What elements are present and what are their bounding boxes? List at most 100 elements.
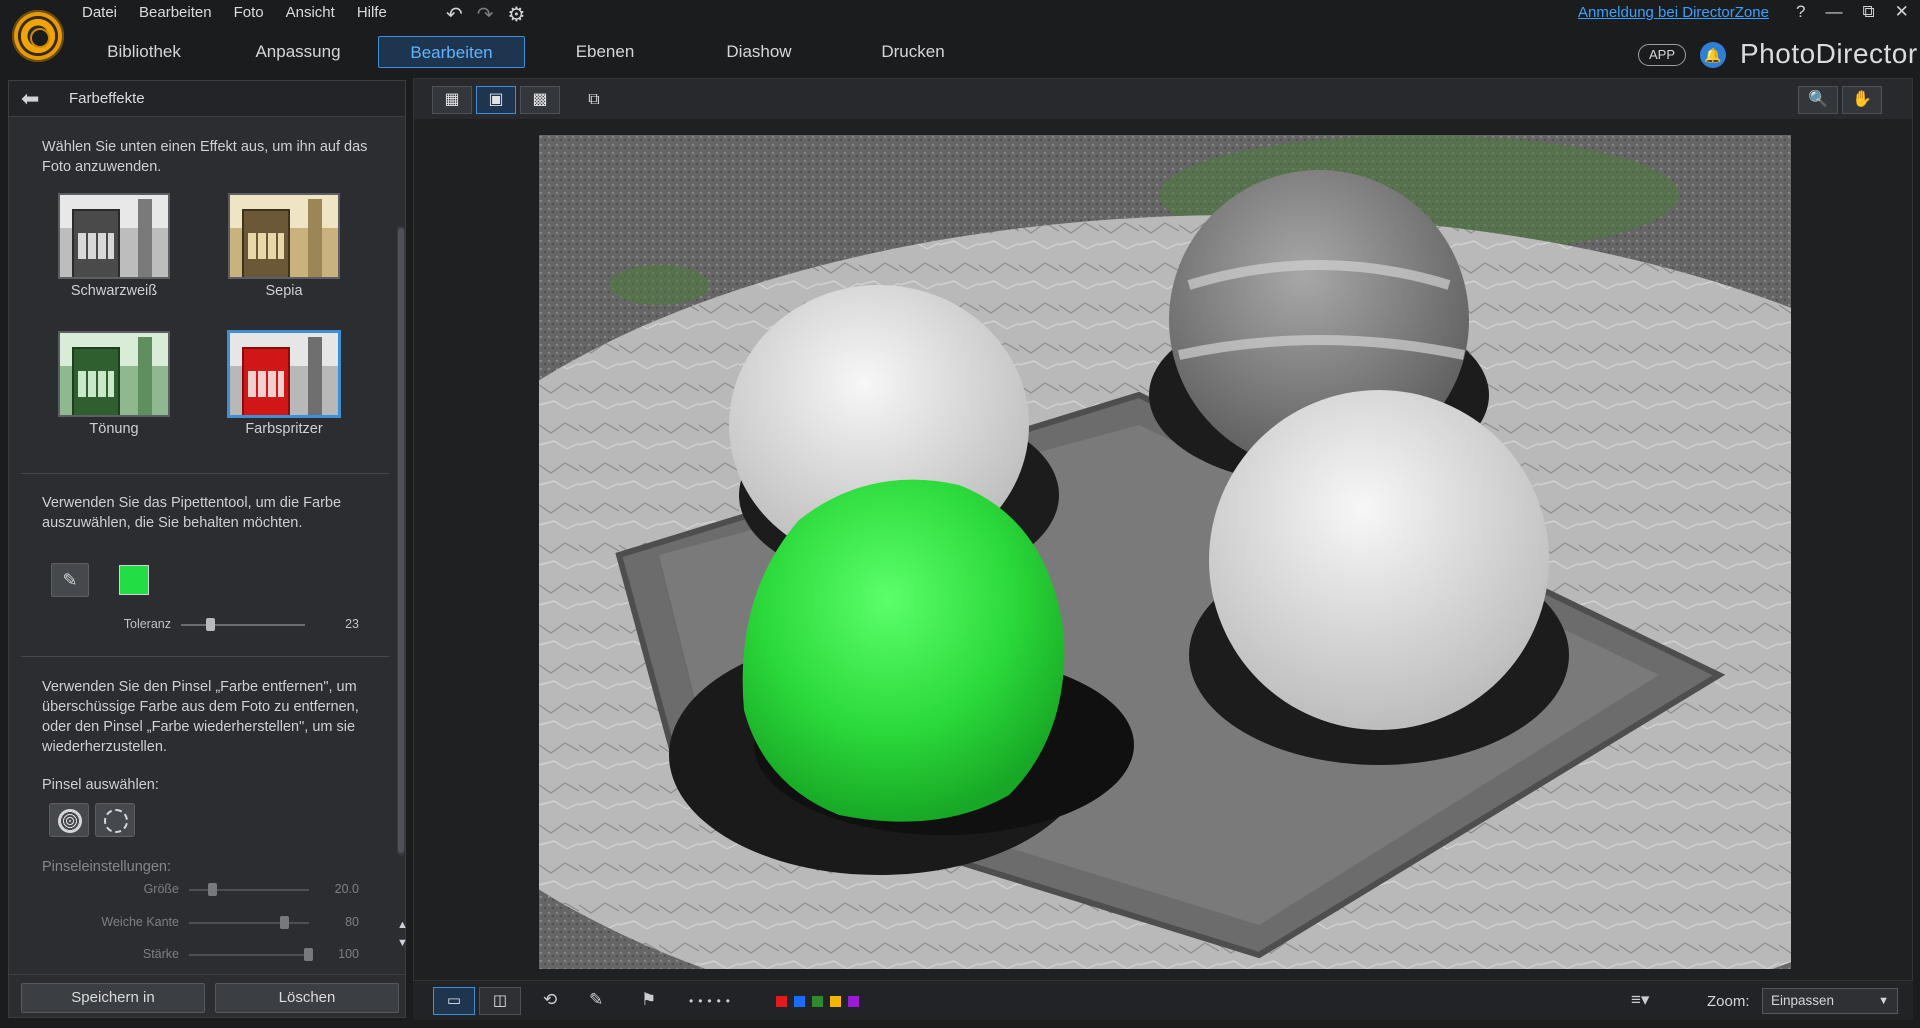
pan-hand-icon[interactable]: ✋ [1842, 86, 1882, 114]
strength-label: Stärke [142, 947, 179, 961]
edit-tools-icon[interactable]: ✎ [589, 990, 603, 1010]
undo-icon[interactable]: ↶ [446, 2, 463, 27]
back-arrow-icon[interactable]: ⬅ [21, 86, 39, 112]
view-filmstrip-button[interactable]: ▦ [432, 86, 472, 114]
tab-ebenen[interactable]: Ebenen [541, 36, 669, 68]
color-label-yellow[interactable] [830, 996, 841, 1007]
window-controls: ? — ⧉ ✕ [1796, 2, 1909, 22]
tab-diashow[interactable]: Diashow [695, 36, 823, 68]
viewer-bottom-bar: ▭ ◫ ⟲ ✎ ⚑ ••••• ≡▾ Zoom: Einpassen ▼ [413, 980, 1913, 1020]
viewer-toolbar: ▦ ▣ ▩ ⧉ 🔍 ✋ [414, 79, 1912, 119]
menu-ansicht[interactable]: Ansicht [286, 4, 335, 21]
brush-size-label: Größe [143, 882, 179, 896]
tab-anpassung[interactable]: Anpassung [234, 36, 362, 68]
feather-slider[interactable] [189, 922, 309, 924]
photo-canvas [539, 135, 1791, 969]
notification-bell-icon[interactable]: 🔔 [1700, 42, 1726, 68]
zoom-tool-icon[interactable]: 🔍 [1798, 86, 1838, 114]
effect-label-bw: Schwarzweiß [70, 283, 158, 299]
footer-divider [9, 974, 405, 975]
menu-datei[interactable]: Datei [82, 4, 117, 21]
restore-color-brush-button[interactable] [95, 803, 135, 837]
app-button[interactable]: APP [1638, 44, 1686, 66]
effect-thumb-tint[interactable] [58, 331, 170, 417]
color-label-blue[interactable] [794, 996, 805, 1007]
help-button[interactable]: ? [1796, 2, 1805, 22]
delete-button[interactable]: Löschen [215, 983, 399, 1013]
tolerance-label: Toleranz [123, 617, 171, 631]
picked-color-swatch[interactable] [119, 565, 149, 595]
scroll-up-icon[interactable]: ▲ [397, 919, 408, 931]
menu-bearbeiten[interactable]: Bearbeiten [139, 4, 212, 21]
photodirector-window: Datei Bearbeiten Foto Ansicht Hilfe ↶ ↷ … [0, 0, 1920, 1028]
color-effects-panel: ⬅ Farbeffekte Wählen Sie unten einen Eff… [8, 80, 408, 1018]
effect-intro-text: Wählen Sie unten einen Effekt aus, um ih… [42, 139, 368, 175]
feather-value: 80 [345, 915, 359, 929]
directorzone-signin-link[interactable]: Anmeldung bei DirectorZone [1578, 4, 1769, 21]
brush-instructions: Verwenden Sie den Pinsel „Farbe entferne… [42, 679, 359, 755]
strength-handle[interactable] [304, 948, 313, 961]
feather-handle[interactable] [280, 916, 289, 929]
panel-title: Farbeffekte [69, 90, 145, 107]
menu-bar: Datei Bearbeiten Foto Ansicht Hilfe [82, 4, 387, 21]
effect-thumb-bw[interactable] [58, 193, 170, 279]
save-in-button[interactable]: Speichern in [21, 983, 205, 1013]
section-divider [21, 656, 389, 657]
module-tabs: Bibliothek Anpassung Bearbeiten Ebenen D… [0, 34, 1920, 70]
view-single-button[interactable]: ▣ [476, 86, 516, 114]
view-grid-button[interactable]: ▩ [520, 86, 560, 114]
restore-button[interactable]: ⧉ [1862, 2, 1874, 22]
quick-toolbar: ↶ ↷ ⚙ [446, 2, 525, 27]
photo-viewer: ▦ ▣ ▩ ⧉ 🔍 ✋ [413, 78, 1913, 1014]
effect-label-tint: Tönung [89, 421, 139, 437]
compare-view-icon[interactable]: ⧉ [574, 86, 614, 114]
brush-settings-label: Pinseleinstellungen: [42, 859, 171, 875]
feather-label: Weiche Kante [101, 915, 179, 929]
strength-slider[interactable] [189, 954, 309, 956]
panel-header: ⬅ Farbeffekte [9, 81, 405, 117]
panel-scrollbar[interactable] [397, 226, 405, 856]
color-label-green[interactable] [812, 996, 823, 1007]
sort-menu-icon[interactable]: ≡▾ [1631, 990, 1649, 1010]
tolerance-slider-handle[interactable] [205, 618, 215, 631]
minimize-button[interactable]: — [1825, 2, 1842, 22]
rating-dots[interactable]: ••••• [689, 994, 735, 1008]
before-after-button[interactable]: ◫ [479, 987, 521, 1015]
single-view-button[interactable]: ▭ [433, 987, 475, 1015]
brand-name: PhotoDirector [1740, 38, 1918, 69]
title-bar: Datei Bearbeiten Foto Ansicht Hilfe ↶ ↷ … [0, 0, 1920, 62]
zoom-value: Einpassen [1771, 993, 1835, 1008]
rotate-icon[interactable]: ⟲ [543, 990, 557, 1010]
remove-color-brush-button[interactable] [49, 803, 89, 837]
edited-photo[interactable] [539, 135, 1791, 969]
tolerance-slider[interactable] [181, 624, 305, 626]
pipette-tool-button[interactable]: ✎ [51, 563, 89, 597]
brush-remove-icon [58, 809, 82, 833]
effect-thumb-splash[interactable] [227, 330, 341, 418]
tab-bearbeiten[interactable]: Bearbeiten [378, 36, 525, 68]
effect-label-splash: Farbspritzer [245, 421, 323, 437]
menu-hilfe[interactable]: Hilfe [357, 4, 387, 21]
tab-bibliothek[interactable]: Bibliothek [80, 36, 208, 68]
close-button[interactable]: ✕ [1895, 2, 1909, 22]
brush-size-value: 20.0 [334, 882, 359, 896]
brush-size-slider[interactable] [189, 889, 309, 891]
tab-drucken[interactable]: Drucken [849, 36, 977, 68]
pipette-instructions: Verwenden Sie das Pipettentool, um die F… [42, 495, 342, 531]
color-label-red[interactable] [776, 996, 787, 1007]
strength-value: 100 [338, 947, 359, 961]
brush-restore-icon [104, 809, 128, 833]
flag-icon[interactable]: ⚑ [641, 990, 656, 1010]
effect-label-sepia: Sepia [265, 283, 303, 299]
brush-size-handle[interactable] [208, 883, 217, 896]
scroll-down-icon[interactable]: ▼ [397, 937, 408, 949]
effect-thumb-sepia[interactable] [228, 193, 340, 279]
zoom-label: Zoom: [1707, 993, 1750, 1010]
settings-gear-icon[interactable]: ⚙ [508, 2, 526, 27]
zoom-dropdown[interactable]: Einpassen ▼ [1762, 988, 1898, 1014]
eyedropper-icon: ✎ [62, 570, 78, 590]
menu-foto[interactable]: Foto [234, 4, 264, 21]
color-label-purple[interactable] [848, 996, 859, 1007]
section-divider [21, 473, 389, 474]
redo-icon[interactable]: ↷ [477, 2, 494, 27]
